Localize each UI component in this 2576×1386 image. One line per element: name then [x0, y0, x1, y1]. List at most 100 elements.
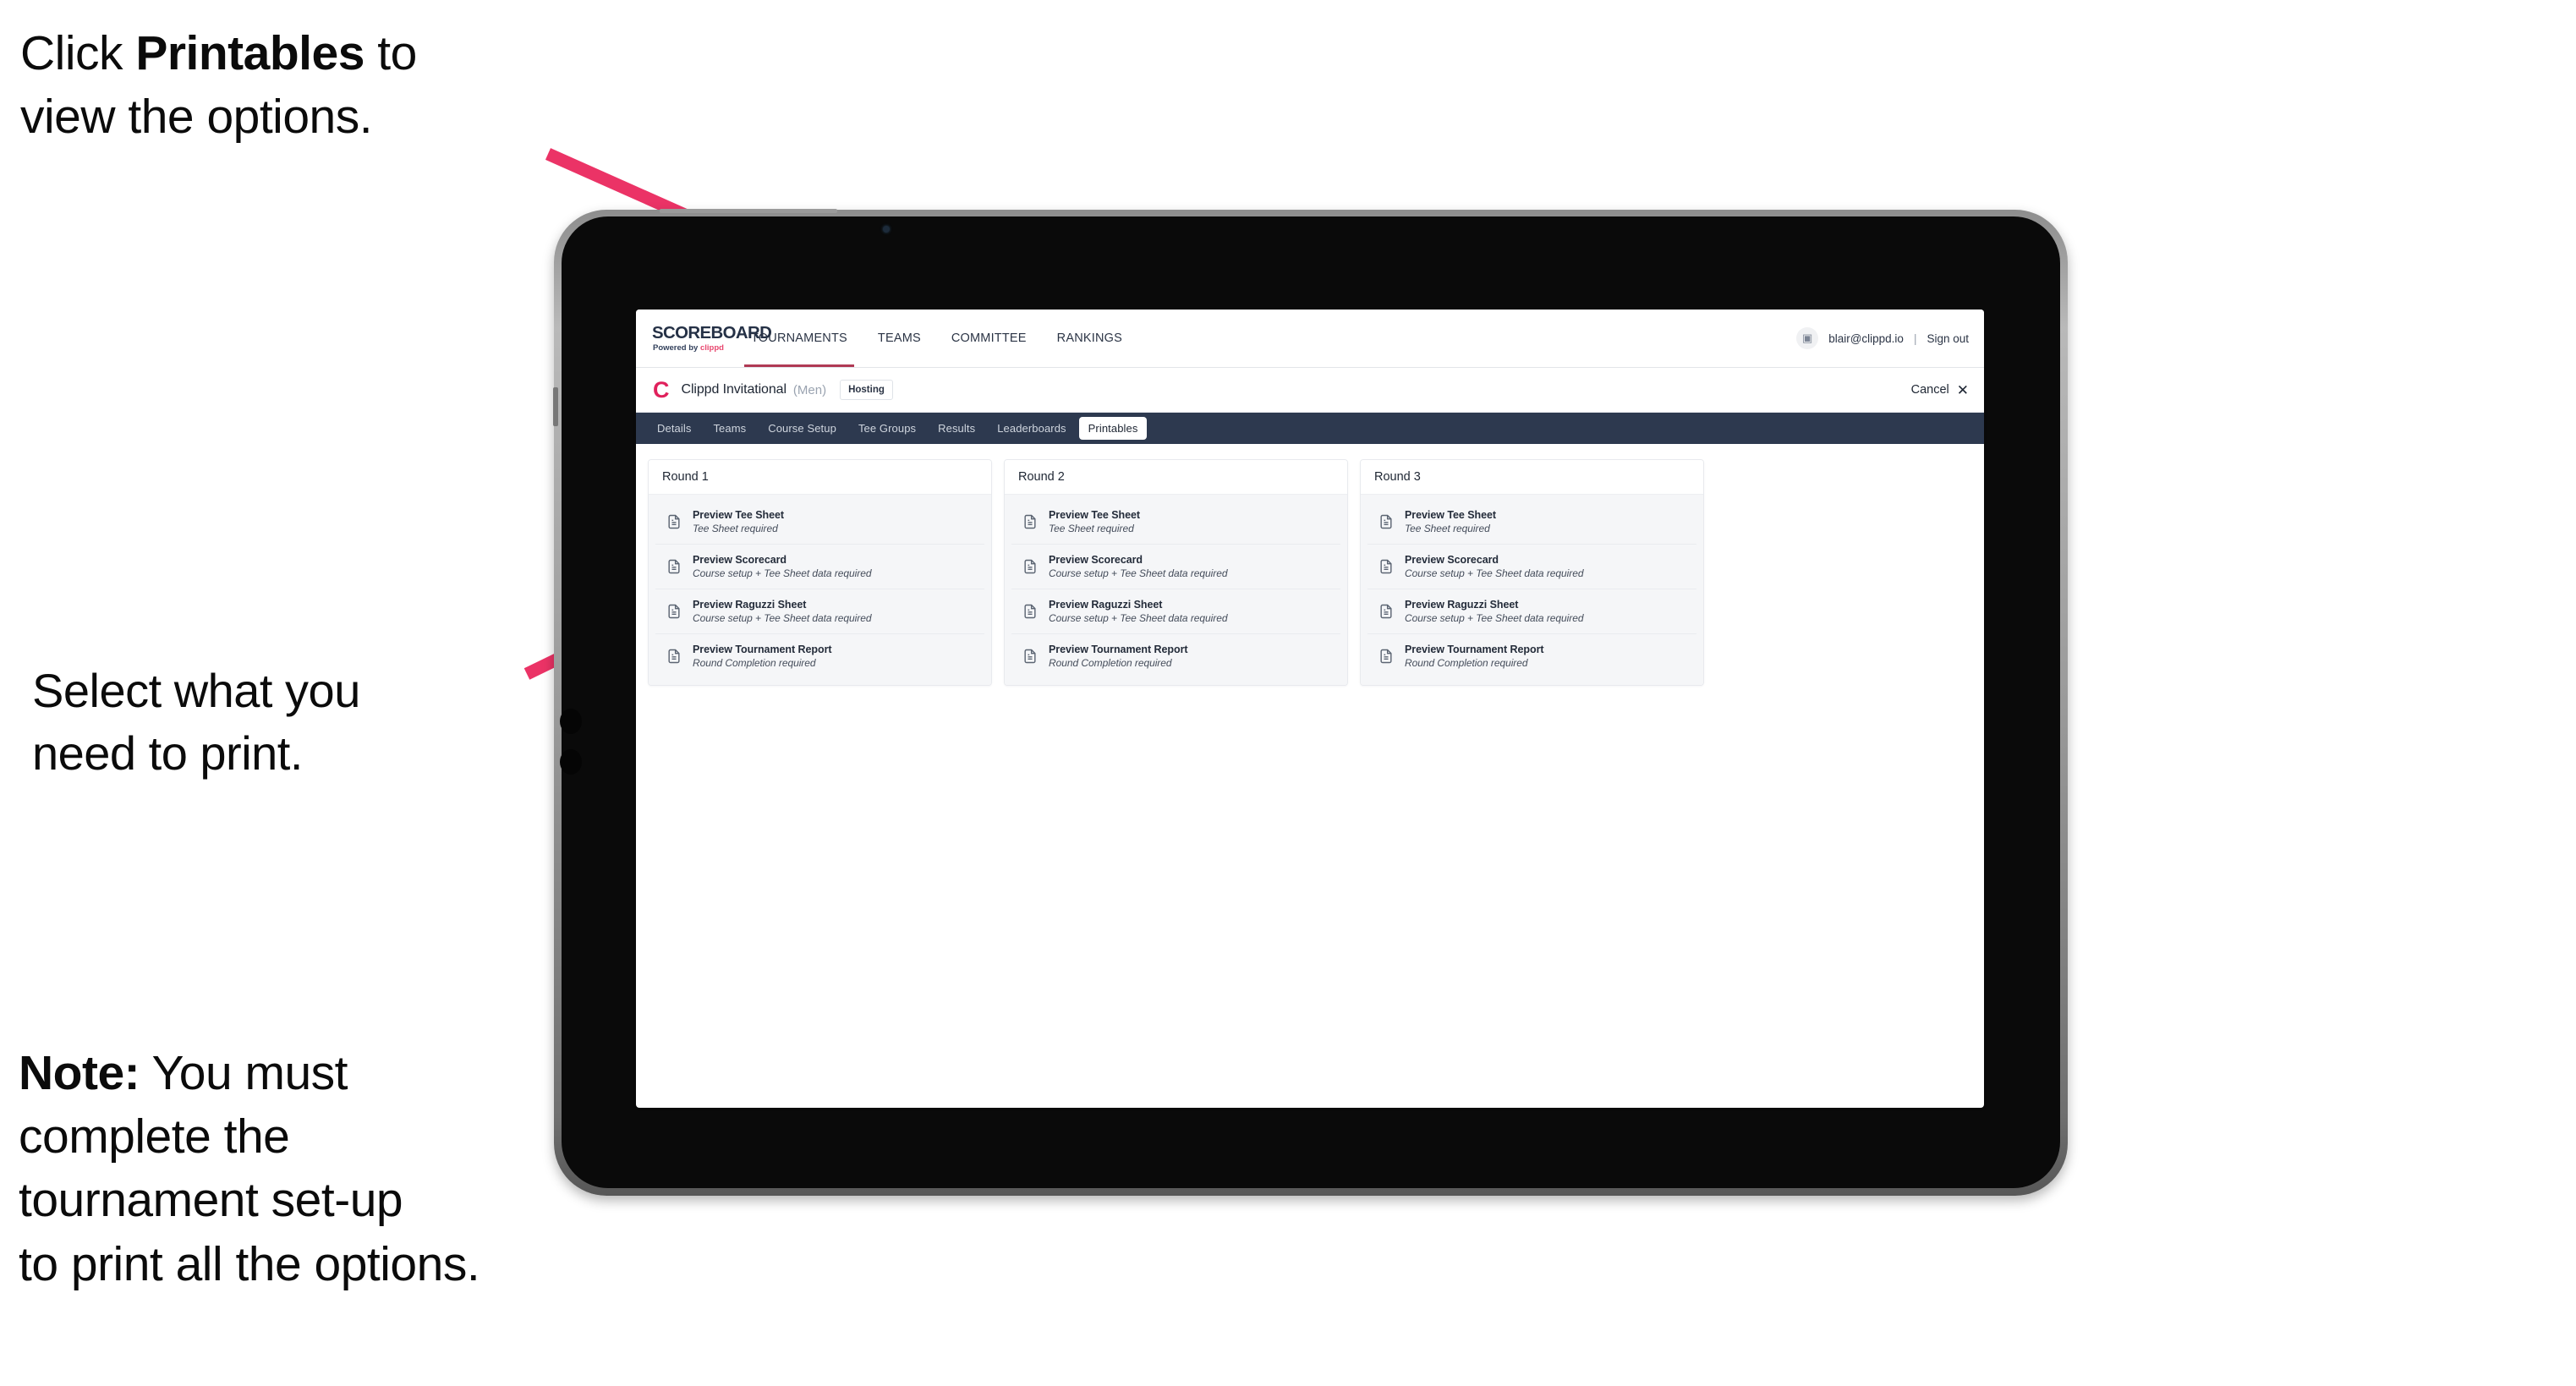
list-item-title: Preview Raguzzi Sheet: [693, 599, 807, 611]
cancel-button[interactable]: Cancel ✕: [1911, 383, 1969, 397]
tablet-top-antenna-band: [660, 209, 837, 213]
list-item-subtitle: Course setup + Tee Sheet data required: [1405, 567, 1584, 579]
tab-details[interactable]: Details: [648, 417, 700, 440]
tournament-gender: (Men): [792, 382, 827, 397]
tab-tee-groups[interactable]: Tee Groups: [849, 417, 925, 440]
document-icon: [1378, 558, 1395, 575]
document-icon: [666, 603, 682, 620]
list-item-preview-raguzzi-sheet[interactable]: Preview Raguzzi Sheet Course setup + Tee…: [1367, 589, 1696, 634]
round-card-3: Round 3 Preview Tee Sheet Tee Sheet requ…: [1360, 459, 1704, 686]
tab-printables[interactable]: Printables: [1078, 417, 1148, 440]
list-item-title: Preview Scorecard: [1049, 554, 1143, 566]
list-item-preview-scorecard[interactable]: Preview Scorecard Course setup + Tee She…: [1367, 545, 1696, 589]
primary-nav: TOURNAMENTS TEAMS COMMITTEE RANKINGS: [736, 310, 1137, 367]
list-item-text: Preview Raguzzi Sheet Course setup + Tee…: [693, 599, 872, 624]
list-item-title: Preview Scorecard: [1405, 554, 1499, 566]
list-item-text: Preview Tee Sheet Tee Sheet required: [693, 509, 784, 534]
list-item-subtitle: Course setup + Tee Sheet data required: [1049, 567, 1228, 579]
list-item-subtitle: Tee Sheet required: [1405, 523, 1490, 534]
list-item-title: Preview Tee Sheet: [1405, 509, 1497, 521]
brand-tagline-name: clippd: [699, 342, 724, 353]
list-item-title: Preview Tournament Report: [693, 644, 832, 655]
round-items: Preview Tee Sheet Tee Sheet required Pre…: [1005, 495, 1347, 685]
list-item-subtitle: Round Completion required: [693, 657, 816, 669]
list-item-preview-tournament-report[interactable]: Preview Tournament Report Round Completi…: [1011, 634, 1340, 678]
list-item-subtitle: Tee Sheet required: [693, 523, 778, 534]
list-item-preview-scorecard[interactable]: Preview Scorecard Course setup + Tee She…: [655, 545, 984, 589]
round-title: Round 1: [649, 460, 991, 495]
annotation-click-pre: Click: [20, 26, 136, 80]
list-item-text: Preview Raguzzi Sheet Course setup + Tee…: [1049, 599, 1228, 624]
tournament-header-row: C Clippd Invitational (Men) Hosting Canc…: [636, 368, 1984, 413]
app-top-navigation-bar: SCOREBOARD Powered by clippd TOURNAMENTS…: [636, 310, 1984, 368]
list-item-text: Preview Raguzzi Sheet Course setup + Tee…: [1405, 599, 1584, 624]
list-item-title: Preview Raguzzi Sheet: [1405, 599, 1519, 611]
tab-results[interactable]: Results: [929, 417, 984, 440]
list-item-text: Preview Tournament Report Round Completi…: [693, 644, 832, 669]
list-item-subtitle: Course setup + Tee Sheet data required: [1405, 612, 1584, 624]
list-item-title: Preview Tournament Report: [1049, 644, 1188, 655]
clippd-logo-icon: C: [653, 376, 670, 403]
list-item-preview-tee-sheet[interactable]: Preview Tee Sheet Tee Sheet required: [1011, 500, 1340, 545]
close-icon: ✕: [1956, 381, 1969, 398]
nav-item-teams[interactable]: TEAMS: [863, 310, 936, 367]
brand-tagline-prefix: Powered by: [653, 342, 700, 353]
tab-teams[interactable]: Teams: [704, 417, 755, 440]
list-item-preview-tee-sheet[interactable]: Preview Tee Sheet Tee Sheet required: [655, 500, 984, 545]
list-item-text: Preview Scorecard Course setup + Tee She…: [693, 554, 872, 579]
document-icon: [666, 513, 682, 530]
round-card-2: Round 2 Preview Tee Sheet Tee Sheet requ…: [1004, 459, 1348, 686]
list-item-title: Preview Scorecard: [693, 554, 787, 566]
user-separator: |: [1913, 331, 1917, 345]
nav-item-rankings[interactable]: RANKINGS: [1042, 310, 1137, 367]
list-item-text: Preview Tournament Report Round Completi…: [1049, 644, 1188, 669]
list-item-subtitle: Course setup + Tee Sheet data required: [693, 612, 872, 624]
annotation-note-bold: Note:: [19, 1046, 140, 1100]
volume-up-button[interactable]: [560, 709, 582, 734]
user-account-area: ▣ blair@clippd.io | Sign out: [1796, 310, 1984, 367]
document-icon: [1022, 603, 1039, 620]
list-item-text: Preview Scorecard Course setup + Tee She…: [1405, 554, 1584, 579]
list-item-preview-tournament-report[interactable]: Preview Tournament Report Round Completi…: [1367, 634, 1696, 678]
annotation-select-print: Select what you need to print.: [32, 664, 360, 780]
annotation-click-bold: Printables: [135, 26, 364, 80]
list-item-title: Preview Tee Sheet: [693, 509, 785, 521]
avatar[interactable]: ▣: [1796, 327, 1819, 349]
user-email: blair@clippd.io: [1828, 331, 1904, 345]
status-badge: Hosting: [840, 380, 893, 400]
tab-leaderboards[interactable]: Leaderboards: [988, 417, 1075, 440]
list-item-title: Preview Raguzzi Sheet: [1049, 599, 1163, 611]
brand-title: SCOREBOARD: [652, 323, 772, 342]
tablet-side-antenna-band: [553, 387, 558, 426]
list-item-preview-tee-sheet[interactable]: Preview Tee Sheet Tee Sheet required: [1367, 500, 1696, 545]
list-item-preview-raguzzi-sheet[interactable]: Preview Raguzzi Sheet Course setup + Tee…: [655, 589, 984, 634]
nav-item-tournaments[interactable]: TOURNAMENTS: [736, 310, 863, 367]
printables-content: Round 1 Preview Tee Sheet Tee Sheet requ…: [636, 444, 1984, 686]
list-item-text: Preview Tee Sheet Tee Sheet required: [1049, 509, 1140, 534]
list-item-text: Preview Tournament Report Round Completi…: [1405, 644, 1544, 669]
list-item-preview-tournament-report[interactable]: Preview Tournament Report Round Completi…: [655, 634, 984, 678]
annotation-click-printables: Click Printables to view the options.: [20, 22, 562, 149]
list-item-title: Preview Tee Sheet: [1049, 509, 1141, 521]
document-icon: [666, 648, 682, 665]
document-icon: [1022, 648, 1039, 665]
tab-course-setup[interactable]: Course Setup: [759, 417, 846, 440]
sign-out-link[interactable]: Sign out: [1927, 332, 1969, 345]
nav-item-committee[interactable]: COMMITTEE: [936, 310, 1042, 367]
scoreboard-app-window: SCOREBOARD Powered by clippd TOURNAMENTS…: [636, 310, 1984, 1108]
volume-down-button[interactable]: [560, 749, 582, 775]
list-item-text: Preview Scorecard Course setup + Tee She…: [1049, 554, 1228, 579]
round-title: Round 2: [1005, 460, 1347, 495]
list-item-preview-scorecard[interactable]: Preview Scorecard Course setup + Tee She…: [1011, 545, 1340, 589]
list-item-subtitle: Course setup + Tee Sheet data required: [693, 567, 872, 579]
document-icon: [1378, 513, 1395, 530]
document-icon: [1022, 513, 1039, 530]
brand-logo[interactable]: SCOREBOARD Powered by clippd: [636, 310, 772, 367]
tournament-tab-bar: Details Teams Course Setup Tee Groups Re…: [636, 413, 1984, 444]
document-icon: [1378, 603, 1395, 620]
list-item-subtitle: Course setup + Tee Sheet data required: [1049, 612, 1228, 624]
round-items: Preview Tee Sheet Tee Sheet required Pre…: [649, 495, 991, 685]
list-item-preview-raguzzi-sheet[interactable]: Preview Raguzzi Sheet Course setup + Tee…: [1011, 589, 1340, 634]
round-title: Round 3: [1361, 460, 1703, 495]
list-item-title: Preview Tournament Report: [1405, 644, 1544, 655]
